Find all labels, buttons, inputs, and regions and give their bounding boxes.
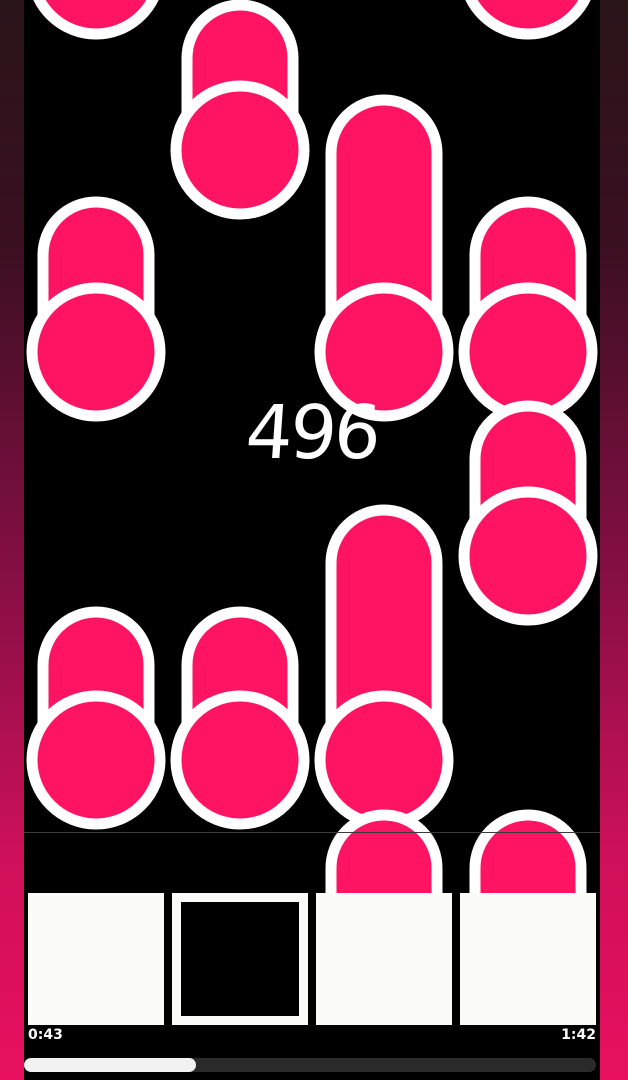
note-head bbox=[170, 690, 310, 830]
note-lane-4 bbox=[469, 809, 587, 906]
note-head bbox=[458, 282, 598, 422]
playfield: 496 0:43 1:42 bbox=[24, 0, 600, 1080]
game-screen: { "score": "496", "colors": { "note_fill… bbox=[0, 0, 628, 1080]
lane-2-pad[interactable] bbox=[172, 893, 308, 1025]
note-head bbox=[314, 690, 454, 830]
tap-pads bbox=[28, 893, 598, 1025]
lane-1-pad[interactable] bbox=[28, 893, 164, 1025]
total-time: 1:42 bbox=[561, 1027, 596, 1043]
note-tail bbox=[469, 809, 587, 906]
note-head bbox=[26, 690, 166, 830]
note-head bbox=[465, 0, 591, 40]
note-head bbox=[26, 282, 166, 422]
note-lane-1 bbox=[26, 606, 166, 830]
note-tail bbox=[325, 809, 443, 906]
lane-3-pad[interactable] bbox=[316, 893, 452, 1025]
lane-4-pad[interactable] bbox=[460, 893, 596, 1025]
note-lane-3 bbox=[314, 504, 454, 830]
note-head bbox=[33, 0, 159, 40]
note-lane-1 bbox=[33, 0, 159, 40]
note-head bbox=[458, 486, 598, 626]
elapsed-time: 0:43 bbox=[28, 1027, 63, 1043]
note-lane-4 bbox=[458, 400, 598, 626]
score-counter: 496 bbox=[242, 390, 382, 476]
note-lane-4 bbox=[465, 0, 591, 40]
note-head bbox=[170, 80, 310, 220]
note-lane-2 bbox=[170, 606, 310, 830]
note-lane-4 bbox=[458, 196, 598, 422]
note-lane-3 bbox=[325, 809, 443, 906]
note-lane-1 bbox=[26, 196, 166, 422]
hit-line bbox=[24, 832, 600, 833]
note-lane-2 bbox=[170, 0, 310, 220]
song-progress-fill bbox=[24, 1058, 196, 1072]
note-lane-3 bbox=[314, 94, 454, 422]
song-progress-bar[interactable] bbox=[24, 1058, 596, 1072]
